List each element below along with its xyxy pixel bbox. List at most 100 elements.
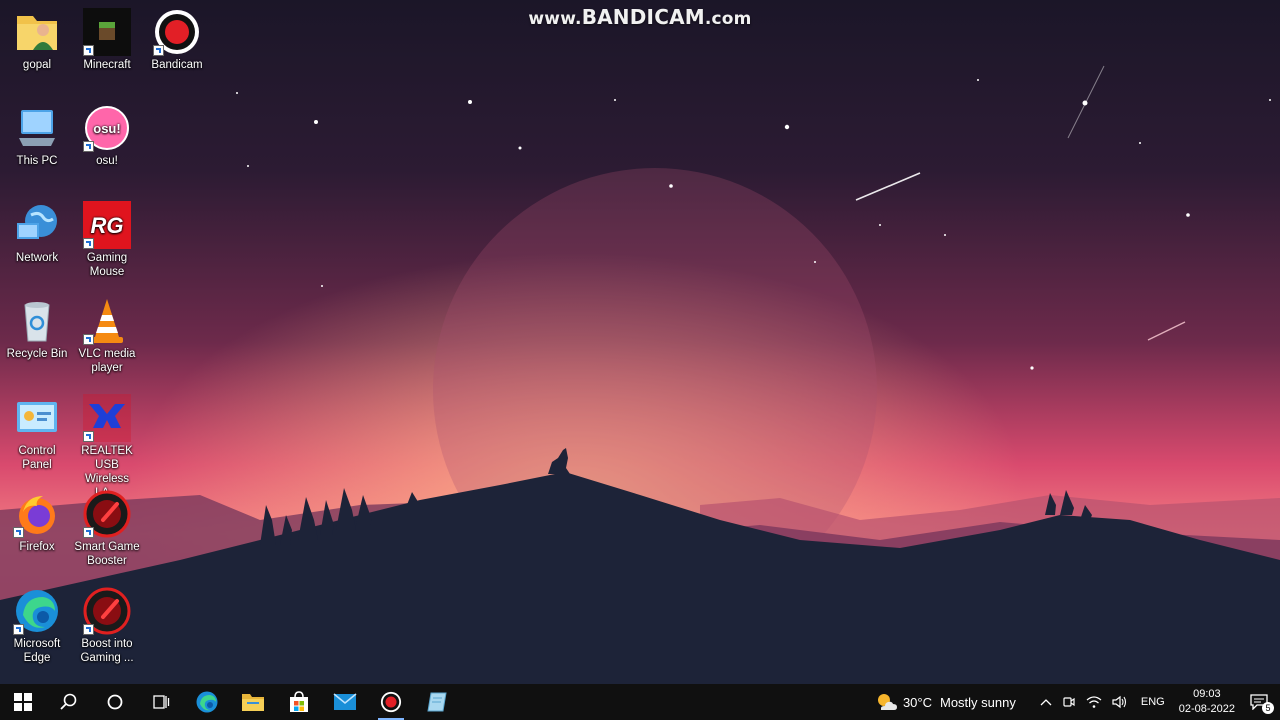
desktop-icon-minecraft[interactable]: Minecraft bbox=[74, 8, 140, 72]
notifications-button[interactable]: 5 bbox=[1250, 694, 1274, 714]
input-language-button[interactable]: ENG bbox=[1141, 696, 1165, 708]
desktop-icon-recycle-bin[interactable]: Recycle Bin bbox=[4, 297, 70, 361]
wifi-button[interactable] bbox=[1086, 695, 1102, 709]
desktop-icon-osu[interactable]: osu! osu! bbox=[74, 104, 140, 168]
edge-icon bbox=[196, 691, 218, 713]
weather-widget[interactable]: 30°C Mostly sunny bbox=[875, 692, 1030, 712]
desktop-icon-label: Minecraft bbox=[83, 59, 131, 71]
bandicam-record-icon bbox=[153, 8, 201, 56]
desktop-icon-edge[interactable]: Microsoft Edge bbox=[4, 587, 70, 665]
osu-icon: osu! bbox=[83, 104, 131, 152]
rg-icon-text: RG bbox=[91, 213, 124, 238]
recycle-bin-icon bbox=[13, 297, 61, 345]
desktop-icon-gaming-mouse[interactable]: RG Gaming Mouse bbox=[74, 201, 140, 279]
watermark-brand: BANDICAM bbox=[581, 5, 705, 29]
show-hidden-icons-button[interactable] bbox=[1040, 698, 1052, 706]
shortcut-arrow-icon bbox=[83, 624, 94, 635]
cortana-button[interactable] bbox=[92, 684, 138, 720]
desktop-wallpaper bbox=[0, 0, 1280, 684]
speaker-icon bbox=[1112, 695, 1126, 709]
shortcut-arrow-icon bbox=[83, 238, 94, 249]
taskbar-file-explorer[interactable] bbox=[230, 684, 276, 720]
desktop-icon-label: Network bbox=[15, 252, 59, 264]
clock-button[interactable]: 09:03 02-08-2022 bbox=[1179, 687, 1235, 717]
notification-count-badge: 5 bbox=[1262, 702, 1274, 714]
desktop-icon-label: Firefox bbox=[19, 541, 55, 553]
vlc-cone-icon bbox=[83, 297, 131, 345]
shortcut-arrow-icon bbox=[83, 527, 94, 538]
shortcut-arrow-icon bbox=[83, 45, 94, 56]
desktop-icon-label: Gaming Mouse bbox=[86, 252, 128, 278]
bandicam-watermark: www.BANDICAM.com bbox=[525, 5, 755, 29]
desktop-icon-firefox[interactable]: Firefox bbox=[4, 490, 70, 554]
system-tray: 30°C Mostly sunny ENG 09:03 02-08-2022 5 bbox=[870, 684, 1280, 720]
clock-time: 09:03 bbox=[1193, 688, 1221, 700]
start-button[interactable] bbox=[0, 684, 46, 720]
desktop-icon-network[interactable]: Network bbox=[4, 201, 70, 265]
minecraft-icon bbox=[83, 8, 131, 56]
desktop-icon-boost-gaming[interactable]: Boost into Gaming ... bbox=[74, 587, 140, 665]
realtek-icon bbox=[83, 394, 131, 442]
search-icon bbox=[60, 693, 77, 710]
weather-description: Mostly sunny bbox=[940, 694, 1016, 710]
desktop-icon-this-pc[interactable]: This PC bbox=[4, 104, 70, 168]
edge-icon bbox=[13, 587, 61, 635]
game-booster-icon bbox=[83, 587, 131, 635]
shortcut-arrow-icon bbox=[83, 431, 94, 442]
desktop-icon-label: VLC media player bbox=[78, 348, 136, 374]
desktop-icon-realtek[interactable]: REALTEK USB Wireless LA... bbox=[74, 394, 140, 500]
shortcut-arrow-icon bbox=[83, 334, 94, 345]
osu-icon-text: osu! bbox=[93, 121, 120, 136]
weather-temperature: 30°C bbox=[902, 694, 932, 710]
desktop-icon-label: Recycle Bin bbox=[6, 348, 68, 360]
taskbar-bandicam[interactable] bbox=[368, 684, 414, 720]
user-folder-icon bbox=[13, 8, 61, 56]
taskbar-notepad[interactable] bbox=[414, 684, 460, 720]
cortana-circle-icon bbox=[107, 694, 123, 710]
desktop-icon-control-panel[interactable]: Control Panel bbox=[4, 394, 70, 472]
watermark-prefix: www. bbox=[528, 9, 582, 29]
desktop-icon-label: Boost into Gaming ... bbox=[80, 638, 134, 664]
folder-icon bbox=[242, 694, 264, 711]
desktop-icon-gopal[interactable]: gopal bbox=[4, 8, 70, 72]
taskbar-edge[interactable] bbox=[184, 684, 230, 720]
partly-sunny-icon bbox=[877, 694, 897, 710]
desktop-icon-smart-game-booster[interactable]: Smart Game Booster bbox=[74, 490, 140, 568]
task-view-icon bbox=[153, 695, 170, 709]
desktop-icon-label: Bandicam bbox=[151, 59, 203, 71]
meet-now-button[interactable] bbox=[1062, 695, 1076, 709]
wifi-icon bbox=[1086, 696, 1102, 708]
taskbar-mail[interactable] bbox=[322, 684, 368, 720]
rg-icon: RG bbox=[83, 201, 131, 249]
mail-icon bbox=[333, 693, 357, 710]
shortcut-arrow-icon bbox=[83, 141, 94, 152]
desktop-icon-bandicam[interactable]: Bandicam bbox=[144, 8, 210, 72]
shortcut-arrow-icon bbox=[153, 45, 164, 56]
meet-now-icon bbox=[1063, 697, 1075, 707]
firefox-icon bbox=[13, 490, 61, 538]
watermark-suffix: .com bbox=[704, 9, 752, 29]
control-panel-icon bbox=[13, 394, 61, 442]
desktop-icon-label: osu! bbox=[96, 155, 118, 167]
taskbar: 30°C Mostly sunny ENG 09:03 02-08-2022 5 bbox=[0, 684, 1280, 720]
desktop-icon-label: gopal bbox=[22, 59, 52, 71]
clock-date: 02-08-2022 bbox=[1178, 703, 1235, 715]
network-globe-icon bbox=[13, 201, 61, 249]
chevron-up-icon bbox=[1040, 699, 1052, 706]
shortcut-arrow-icon bbox=[13, 624, 24, 635]
windows-start-icon bbox=[14, 693, 32, 711]
search-button[interactable] bbox=[46, 684, 92, 720]
computer-icon bbox=[13, 104, 61, 152]
taskbar-store[interactable] bbox=[276, 684, 322, 720]
desktop-icon-vlc[interactable]: VLC media player bbox=[74, 297, 140, 375]
store-bag-icon bbox=[290, 691, 308, 712]
task-view-button[interactable] bbox=[138, 684, 184, 720]
desktop-icon-label: Microsoft Edge bbox=[13, 638, 61, 664]
desktop-icon-label: Smart Game Booster bbox=[74, 541, 140, 567]
desktop-icon-label: Control Panel bbox=[18, 445, 56, 471]
desktop-icon-label: This PC bbox=[16, 155, 58, 167]
game-booster-icon bbox=[83, 490, 131, 538]
bandicam-record-icon bbox=[380, 691, 402, 713]
notepad-icon bbox=[427, 692, 447, 712]
volume-button[interactable] bbox=[1112, 695, 1128, 709]
